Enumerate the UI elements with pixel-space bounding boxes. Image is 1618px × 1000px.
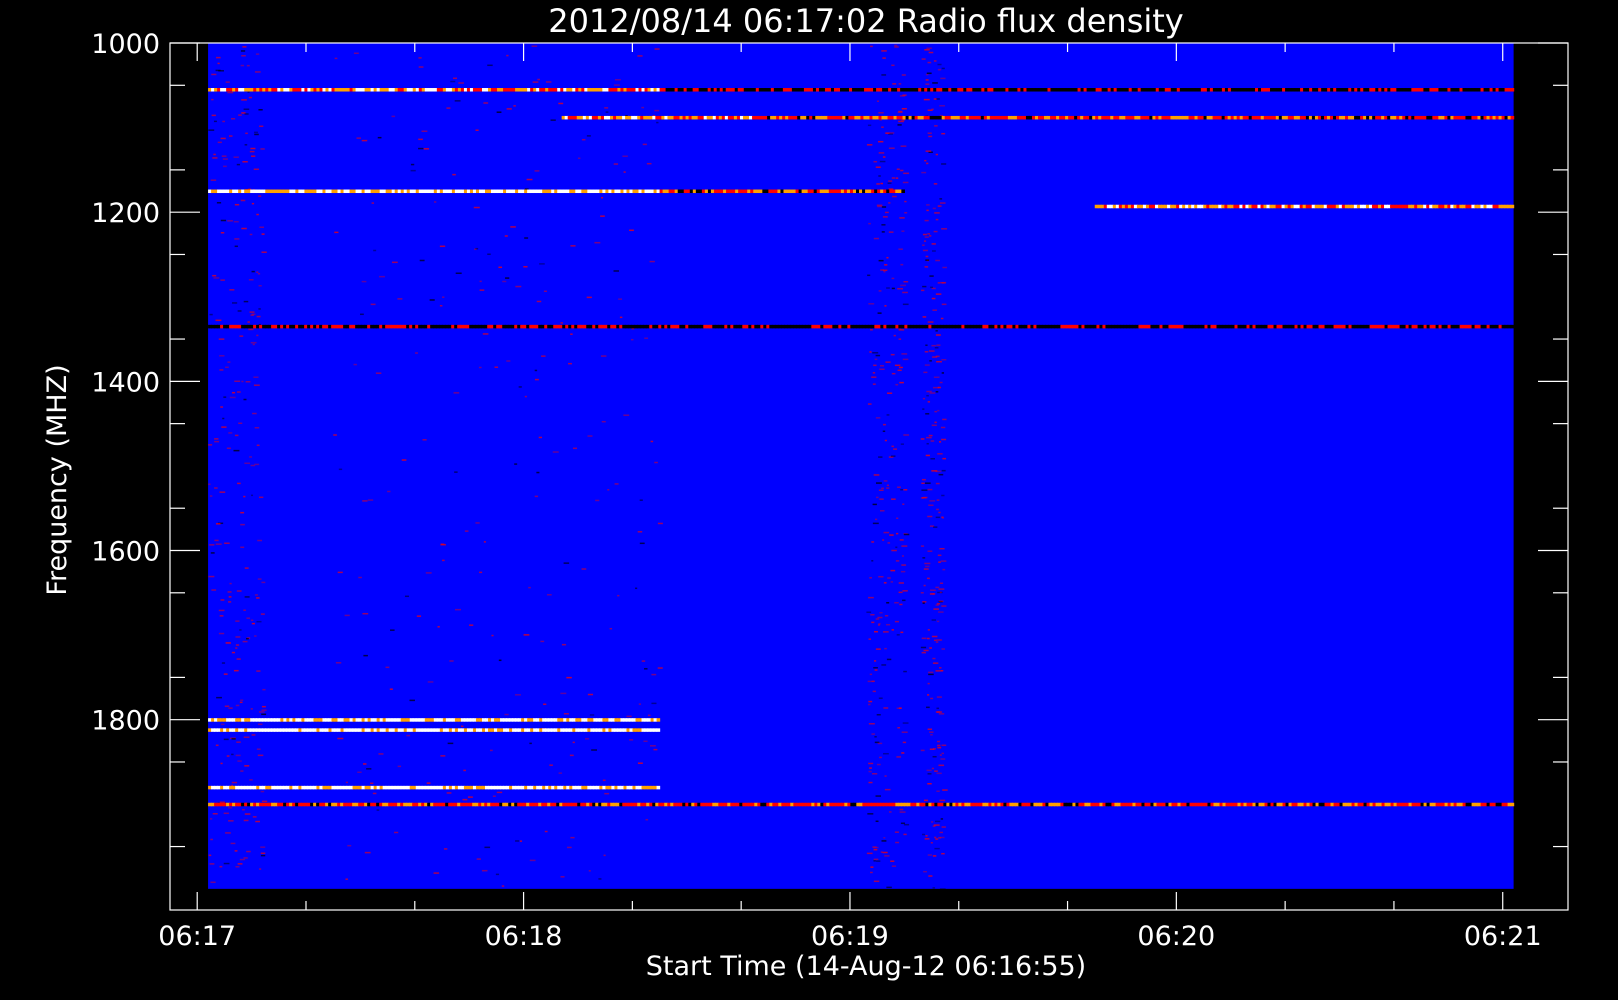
emission-band-4 bbox=[208, 189, 661, 194]
spectrogram-heatmap bbox=[208, 43, 1515, 890]
chart-title: 2012/08/14 06:17:02 Radio flux density bbox=[548, 2, 1183, 40]
emission-band-1 bbox=[659, 88, 1515, 92]
emission-band-5 bbox=[659, 189, 905, 194]
x-tick-label-0: 06:17 bbox=[158, 921, 236, 952]
y-tick-label-1: 1200 bbox=[91, 198, 160, 229]
emission-band-9 bbox=[208, 728, 661, 732]
emission-band-2 bbox=[561, 115, 753, 120]
heatmap-background bbox=[208, 43, 1514, 889]
emission-band-8 bbox=[208, 718, 661, 722]
emission-band-0 bbox=[208, 88, 661, 92]
emission-band-7 bbox=[208, 324, 1515, 329]
y-tick-label-2: 1400 bbox=[91, 367, 160, 398]
y-axis-label: Frequency (MHZ) bbox=[42, 364, 73, 595]
spectrogram-chart: 2012/08/14 06:17:02 Radio flux density F… bbox=[0, 0, 1618, 1000]
x-tick-label-1: 06:18 bbox=[485, 921, 563, 952]
y-tick-label-4: 1800 bbox=[91, 706, 160, 737]
emission-band-3 bbox=[752, 115, 1515, 120]
emission-band-10 bbox=[208, 785, 661, 790]
y-tick-label-0: 1000 bbox=[91, 29, 160, 60]
x-axis-label: Start Time (14-Aug-12 06:16:55) bbox=[646, 951, 1086, 982]
x-tick-label-3: 06:20 bbox=[1137, 921, 1215, 952]
x-tick-label-2: 06:19 bbox=[811, 921, 889, 952]
y-tick-label-3: 1600 bbox=[91, 537, 160, 568]
emission-band-11 bbox=[208, 802, 1515, 807]
emission-band-6 bbox=[1094, 204, 1515, 209]
x-tick-label-4: 06:21 bbox=[1464, 921, 1542, 952]
